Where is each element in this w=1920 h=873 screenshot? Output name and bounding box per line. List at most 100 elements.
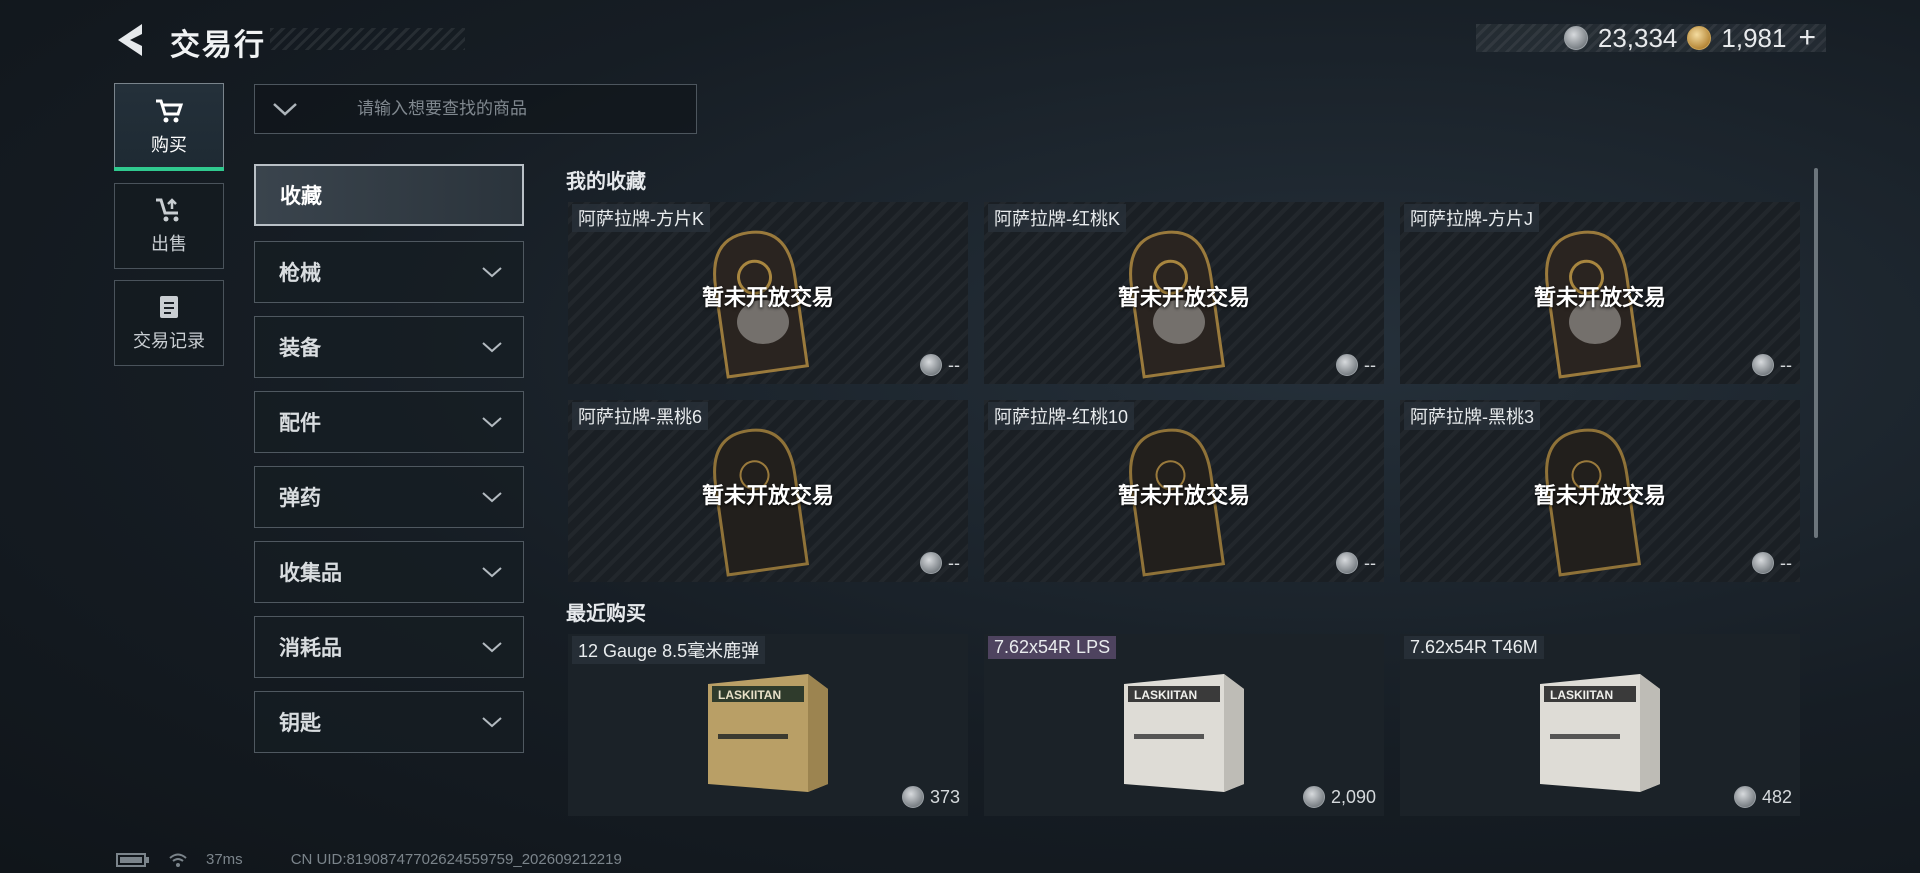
item-name: 阿萨拉牌-方片J <box>1404 204 1539 232</box>
silver-coin-icon <box>1733 786 1756 808</box>
price: -- <box>1336 552 1376 574</box>
silver-coin-icon <box>920 354 942 376</box>
price-value: -- <box>948 354 960 375</box>
price-value: -- <box>1364 552 1376 573</box>
recent-card[interactable]: LASKIITAN 7.62x54R T46M 482 <box>1400 634 1800 816</box>
favorites-title: 我的收藏 <box>566 171 646 193</box>
category-consumables[interactable]: 消耗品 <box>254 616 524 678</box>
item-name: 7.62x54R LPS <box>988 636 1117 659</box>
category-label: 消耗品 <box>279 637 342 660</box>
favorite-card[interactable]: 阿萨拉牌-方片J 暂未开放交易 -- <box>1400 202 1800 384</box>
category-label: 弹药 <box>279 487 321 510</box>
favorite-card[interactable]: 阿萨拉牌-黑桃6 暂未开放交易 -- <box>568 400 968 582</box>
trade-status: 暂未开放交易 <box>701 285 834 310</box>
price-value: -- <box>948 552 960 573</box>
battery-icon <box>116 852 149 867</box>
item-name: 阿萨拉牌-红桃K <box>988 204 1126 232</box>
item-name: 阿萨拉牌-方片K <box>572 204 710 232</box>
silver-coin-icon <box>1563 26 1588 50</box>
category-label: 钥匙 <box>279 712 321 735</box>
price: 482 <box>1733 786 1792 808</box>
nav-buy-label: 购买 <box>151 135 187 155</box>
silver-coin-icon <box>1336 354 1358 376</box>
category-keys[interactable]: 钥匙 <box>254 691 524 753</box>
category-attachments[interactable]: 配件 <box>254 391 524 453</box>
item-name: 阿萨拉牌-黑桃3 <box>1404 402 1541 430</box>
category-favorites[interactable]: 收藏 <box>254 164 524 226</box>
chevron-down-icon <box>482 342 502 353</box>
price: -- <box>920 552 960 574</box>
ammo-box-image: LASKIITAN <box>1124 674 1244 792</box>
price-value: 373 <box>929 786 960 807</box>
chevron-down-icon <box>482 492 502 503</box>
trade-status: 暂未开放交易 <box>1533 483 1666 508</box>
search-box <box>254 84 697 134</box>
item-name: 阿萨拉牌-黑桃6 <box>572 402 709 430</box>
category-equipment[interactable]: 装备 <box>254 316 524 378</box>
recent-title: 最近购买 <box>566 603 646 625</box>
silver-coin-icon <box>1336 552 1358 574</box>
chevron-down-icon <box>482 717 502 728</box>
uid-text: CN UID:81908747702624559759_202609212219 <box>290 851 622 868</box>
silver-coin-icon <box>920 552 942 574</box>
silver-amount: 23,334 <box>1597 22 1678 53</box>
category-label: 装备 <box>279 337 321 360</box>
nav-sell[interactable]: 出售 <box>114 183 224 269</box>
favorite-card[interactable]: 阿萨拉牌-方片K 暂未开放交易 -- <box>568 202 968 384</box>
item-name: 12 Gauge 8.5毫米鹿弹 <box>572 636 766 664</box>
price: 373 <box>901 786 960 808</box>
price: -- <box>1336 354 1376 376</box>
currency-bar: 23,334 1,981 + <box>1476 21 1826 55</box>
recent-card[interactable]: LASKIITAN 12 Gauge 8.5毫米鹿弹 373 <box>568 634 968 816</box>
status-footer: 37ms CN UID:81908747702624559759_2026092… <box>116 851 622 868</box>
item-name: 7.62x54R T46M <box>1404 636 1544 659</box>
trade-status: 暂未开放交易 <box>1117 285 1250 310</box>
favorite-card[interactable]: 阿萨拉牌-红桃10 暂未开放交易 -- <box>984 400 1384 582</box>
record-icon <box>154 293 184 321</box>
item-name: 阿萨拉牌-红桃10 <box>988 402 1135 430</box>
category-label: 收藏 <box>280 185 322 208</box>
price: -- <box>1752 552 1792 574</box>
silver-coin-icon <box>901 786 924 808</box>
price-value: 482 <box>1761 786 1792 807</box>
category-label: 配件 <box>279 412 321 435</box>
nav-buy[interactable]: 购买 <box>114 83 224 171</box>
chevron-down-icon[interactable] <box>255 101 315 117</box>
scrollbar[interactable] <box>1814 168 1818 538</box>
favorite-card[interactable]: 阿萨拉牌-黑桃3 暂未开放交易 -- <box>1400 400 1800 582</box>
title-decoration <box>270 28 465 50</box>
page-title: 交易行 <box>170 29 266 62</box>
back-arrow-icon <box>118 24 142 56</box>
category-label: 收集品 <box>279 562 342 585</box>
recharge-button[interactable]: + <box>1798 21 1816 55</box>
category-ammo[interactable]: 弹药 <box>254 466 524 528</box>
cart-icon <box>154 97 184 125</box>
category-label: 枪械 <box>279 262 321 285</box>
gold-amount: 1,981 <box>1721 22 1787 53</box>
category-collectibles[interactable]: 收集品 <box>254 541 524 603</box>
trade-status: 暂未开放交易 <box>1117 483 1250 508</box>
trade-status: 暂未开放交易 <box>701 483 834 508</box>
price: 2,090 <box>1302 786 1376 808</box>
price: -- <box>920 354 960 376</box>
silver-coin-icon <box>1752 552 1774 574</box>
gold-coin-icon <box>1687 26 1712 50</box>
price-value: -- <box>1364 354 1376 375</box>
svg-text:LASKIITAN: LASKIITAN <box>1134 688 1197 702</box>
silver-coin-icon <box>1302 786 1325 808</box>
back-button[interactable] <box>112 18 152 62</box>
nav-record-label: 交易记录 <box>133 331 205 351</box>
price-value: 2,090 <box>1330 786 1376 807</box>
search-input[interactable] <box>355 98 689 120</box>
silver-coin-icon <box>1752 354 1774 376</box>
recent-card[interactable]: LASKIITAN 7.62x54R LPS 2,090 <box>984 634 1384 816</box>
sell-icon <box>154 196 184 224</box>
category-guns[interactable]: 枪械 <box>254 241 524 303</box>
chevron-down-icon <box>482 567 502 578</box>
nav-sell-label: 出售 <box>151 234 187 254</box>
trade-status: 暂未开放交易 <box>1533 285 1666 310</box>
favorite-card[interactable]: 阿萨拉牌-红桃K 暂未开放交易 -- <box>984 202 1384 384</box>
chevron-down-icon <box>482 417 502 428</box>
nav-trade-record[interactable]: 交易记录 <box>114 280 224 366</box>
chevron-down-icon <box>482 267 502 278</box>
